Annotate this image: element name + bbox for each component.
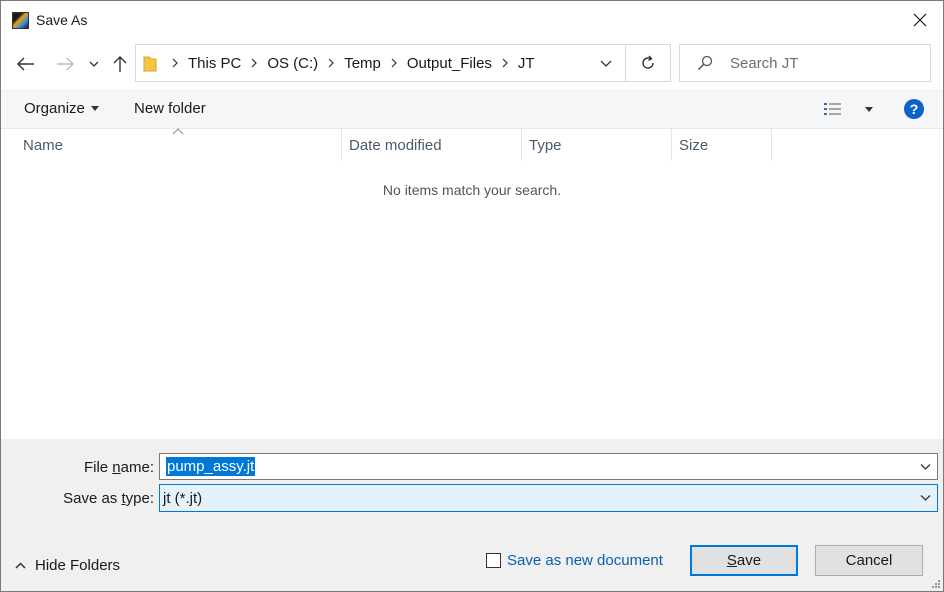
chevron-down-icon[interactable]	[920, 463, 931, 470]
save-as-new-checkbox[interactable]	[486, 553, 501, 568]
save-as-type-label: Save as type:	[63, 490, 154, 507]
hide-folders-button[interactable]: Hide Folders	[15, 557, 120, 574]
chevron-right-icon	[320, 58, 342, 68]
file-name-label: File name:	[83, 459, 154, 476]
search-box[interactable]	[679, 44, 931, 82]
save-as-type-select[interactable]: jt (*.jt)	[159, 484, 938, 512]
resize-grip-icon[interactable]	[931, 579, 941, 589]
folder-icon	[143, 56, 157, 72]
navigation-bar: This PC OS (C:) Temp Output_Files JT	[1, 41, 943, 87]
search-input[interactable]	[730, 54, 920, 72]
breadcrumb-os-c[interactable]: OS (C:)	[265, 55, 320, 72]
save-options-panel: File name: pump_assy.jt Save as type: jt…	[1, 439, 943, 591]
empty-list-message: No items match your search.	[382, 182, 562, 198]
command-toolbar: Organize New folder ?	[1, 89, 943, 129]
column-header-date-modified[interactable]: Date modified	[342, 129, 522, 161]
cancel-button[interactable]: Cancel	[815, 545, 923, 576]
hide-folders-label: Hide Folders	[35, 557, 121, 574]
breadcrumb-this-pc[interactable]: This PC	[186, 55, 243, 72]
column-header-name[interactable]: Name	[16, 129, 342, 161]
file-name-field[interactable]: pump_assy.jt	[159, 453, 938, 480]
caret-down-icon	[865, 106, 873, 112]
close-icon	[913, 13, 927, 27]
chevron-right-icon	[494, 58, 516, 68]
breadcrumb: This PC OS (C:) Temp Output_Files JT	[164, 45, 537, 81]
column-headers: Name Date modified Type Size	[1, 128, 943, 161]
chevron-right-icon	[383, 58, 405, 68]
address-history-dropdown[interactable]	[588, 45, 624, 81]
chevron-down-icon	[89, 61, 99, 67]
refresh-icon	[642, 55, 654, 69]
organize-button[interactable]: Organize	[24, 100, 99, 117]
column-header-size[interactable]: Size	[672, 129, 772, 161]
caret-down-icon	[90, 106, 99, 111]
save-as-new-label[interactable]: Save as new document	[507, 552, 663, 569]
chevron-down-icon	[920, 495, 931, 501]
details-view-icon	[824, 103, 841, 115]
breadcrumb-output-files[interactable]: Output_Files	[405, 55, 494, 72]
column-header-type[interactable]: Type	[522, 129, 672, 161]
save-as-type-value: jt (*.jt)	[163, 489, 203, 507]
arrow-left-icon	[17, 57, 34, 71]
change-view-button[interactable]	[823, 97, 873, 121]
chevron-right-icon	[164, 58, 186, 68]
window-title: Save As	[36, 12, 88, 28]
save-as-dialog: Save As This PC OS (C:) Temp Output_File…	[0, 0, 944, 592]
title-bar[interactable]: Save As	[1, 1, 943, 39]
chevron-up-icon	[15, 562, 26, 569]
file-name-value[interactable]: pump_assy.jt	[166, 457, 256, 476]
forward-button[interactable]	[52, 51, 78, 77]
search-icon	[697, 55, 713, 71]
arrow-up-icon	[113, 56, 127, 72]
recent-locations-button[interactable]	[85, 51, 103, 77]
help-button[interactable]: ?	[904, 99, 924, 119]
breadcrumb-jt[interactable]: JT	[516, 55, 537, 72]
close-button[interactable]	[897, 1, 943, 39]
address-bar[interactable]: This PC OS (C:) Temp Output_Files JT	[135, 44, 671, 82]
back-button[interactable]	[13, 51, 39, 77]
up-button[interactable]	[109, 51, 131, 77]
new-folder-button[interactable]: New folder	[134, 100, 206, 117]
arrow-right-icon	[57, 57, 74, 71]
breadcrumb-temp[interactable]: Temp	[342, 55, 383, 72]
chevron-right-icon	[243, 58, 265, 68]
organize-label: Organize	[24, 100, 85, 117]
app-icon	[12, 12, 29, 29]
refresh-button[interactable]	[625, 45, 670, 81]
chevron-down-icon	[600, 60, 612, 67]
save-button[interactable]: Save	[690, 545, 798, 576]
save-as-new-document-option[interactable]: Save as new document	[486, 552, 663, 569]
